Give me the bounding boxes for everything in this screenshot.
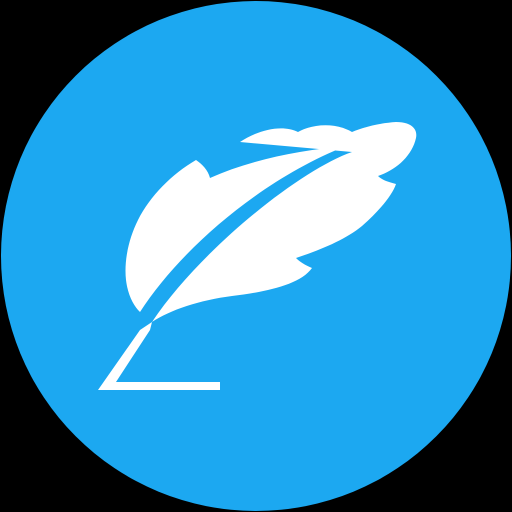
app-icon <box>0 0 512 512</box>
feather-quill-icon <box>1 1 511 511</box>
